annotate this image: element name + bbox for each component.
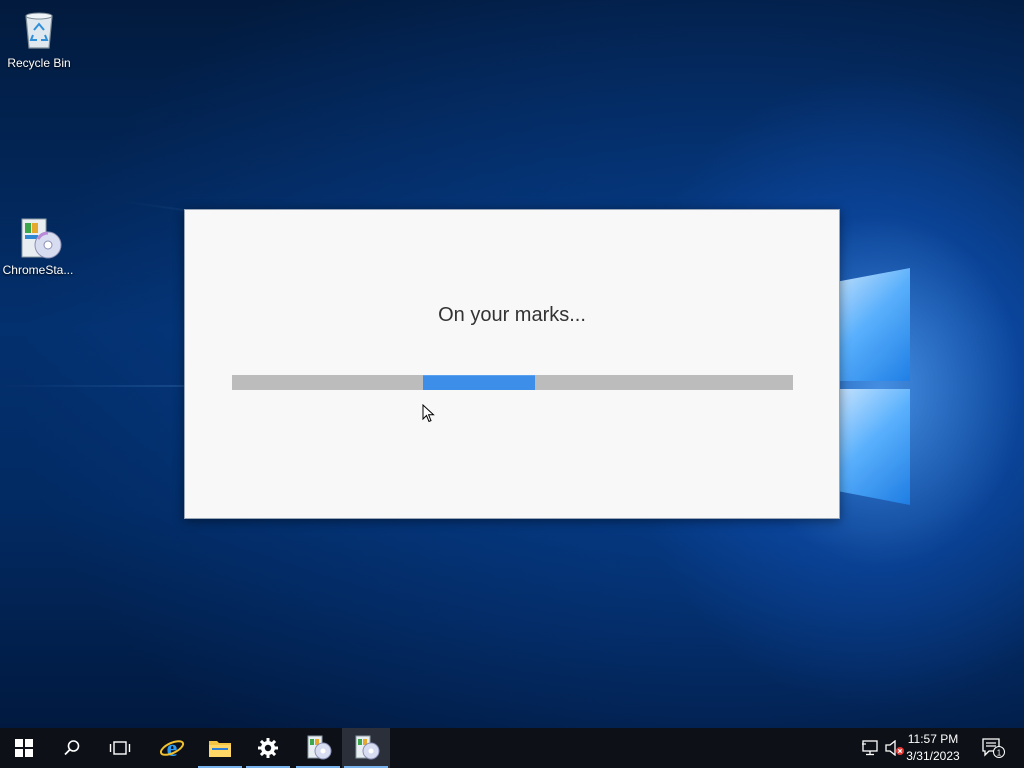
search-button[interactable] bbox=[48, 728, 96, 768]
wallpaper-logo-pane bbox=[838, 389, 910, 505]
action-center-button[interactable]: 1 bbox=[978, 728, 1008, 768]
clock-time: 11:57 PM bbox=[907, 732, 959, 746]
internet-explorer-button[interactable]: e bbox=[148, 728, 196, 768]
desktop-icon-label: ChromeSta... bbox=[2, 263, 74, 277]
windows-logo-icon bbox=[15, 739, 33, 757]
file-explorer-button[interactable] bbox=[196, 728, 244, 768]
clock[interactable]: 11:57 PM 3/31/2023 bbox=[898, 731, 968, 765]
svg-text:e: e bbox=[167, 736, 178, 761]
task-view-icon bbox=[109, 741, 131, 755]
task-view-button[interactable] bbox=[96, 728, 144, 768]
installer-icon bbox=[307, 735, 332, 760]
clock-date: 3/31/2023 bbox=[906, 749, 960, 763]
settings-button[interactable] bbox=[244, 728, 292, 768]
search-icon bbox=[64, 740, 80, 756]
start-button[interactable] bbox=[0, 728, 48, 768]
progress-bar-fill bbox=[423, 375, 535, 390]
wallpaper-logo-pane bbox=[838, 268, 910, 381]
recycle-bin-icon bbox=[17, 8, 61, 52]
network-icon bbox=[862, 740, 878, 756]
installer-icon bbox=[16, 215, 62, 259]
installer-app-button[interactable] bbox=[294, 728, 342, 768]
taskbar: e 11:57 PM 3/31/2023 1 bbox=[0, 728, 1024, 768]
mouse-cursor-icon bbox=[422, 404, 435, 423]
internet-explorer-icon: e bbox=[159, 736, 185, 761]
installer-icon bbox=[355, 735, 380, 760]
network-tray-button[interactable] bbox=[860, 728, 882, 768]
desktop-icon-recycle-bin[interactable]: Recycle Bin bbox=[0, 8, 79, 70]
progress-bar bbox=[232, 375, 793, 390]
desktop: Recycle Bin ChromeSta... On your marks..… bbox=[0, 0, 1024, 728]
installer-app-button-active[interactable] bbox=[342, 728, 390, 768]
gear-icon bbox=[258, 738, 278, 758]
folder-icon bbox=[209, 741, 231, 757]
desktop-icon-label: Recycle Bin bbox=[7, 56, 71, 70]
action-center-icon: 1 bbox=[982, 738, 1005, 758]
status-message: On your marks... bbox=[438, 304, 586, 326]
notification-count-badge: 1 bbox=[997, 749, 1002, 758]
installer-dialog: On your marks... bbox=[184, 209, 840, 519]
desktop-icon-chromesetup[interactable]: ChromeSta... bbox=[0, 215, 78, 277]
